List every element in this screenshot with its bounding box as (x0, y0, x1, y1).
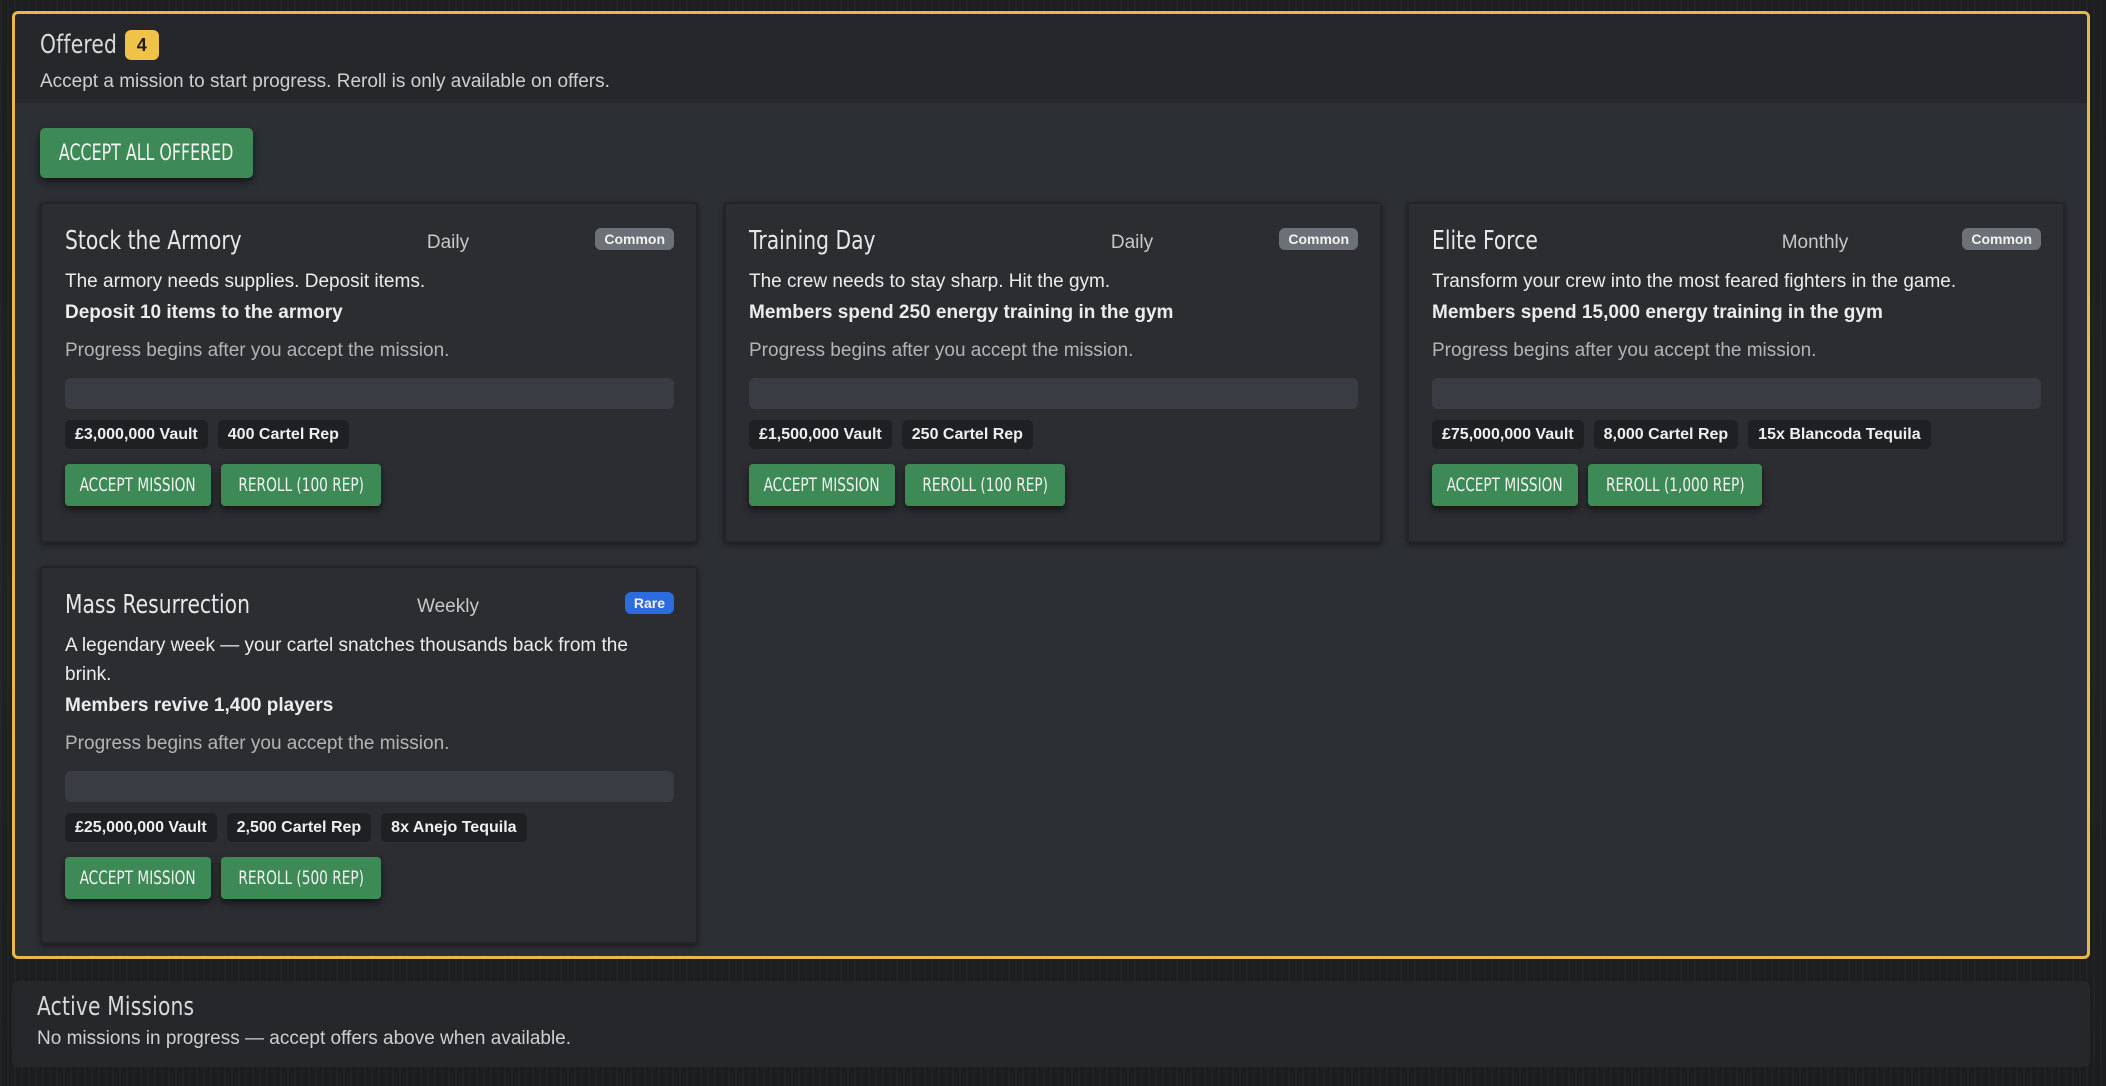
accept-all-offered-button[interactable]: ACCEPT ALL OFFERED (40, 128, 253, 178)
reward-chip: £25,000,000 Vault (65, 813, 217, 842)
mission-progress-note: Progress begins after you accept the mis… (749, 340, 1134, 361)
mission-rewards: £1,500,000 Vault 250 Cartel Rep (749, 420, 1358, 449)
mission-period: Weekly (417, 596, 479, 617)
mission-period: Daily (426, 232, 470, 253)
reward-chip: £1,500,000 Vault (749, 420, 892, 449)
reroll-label: REROLL (1,000 REP) (1605, 474, 1745, 496)
mission-actions: ACCEPT MISSION REROLL (100 REP) (65, 464, 674, 506)
reroll-label: REROLL (500 REP) (238, 867, 364, 889)
offered-subtitle: Accept a mission to start progress. Rero… (40, 71, 610, 92)
active-missions-empty-text: No missions in progress — accept offers … (37, 1028, 572, 1049)
mission-title: Elite Force (1432, 226, 1538, 256)
reward-chip: 2,500 Cartel Rep (226, 813, 372, 842)
offered-title: Offered (40, 30, 118, 60)
mission-card-header: Elite Force Monthly Common (1432, 226, 2041, 260)
mission-progress-bar (65, 771, 674, 802)
mission-goal: Members revive 1,400 players (65, 695, 334, 716)
mission-description: A legendary week — your cartel snatches … (65, 635, 628, 685)
reward-chip: 400 Cartel Rep (217, 420, 349, 449)
reward-chip: £75,000,000 Vault (1432, 420, 1584, 449)
mission-rewards: £75,000,000 Vault 8,000 Cartel Rep 15x B… (1432, 420, 2041, 449)
mission-period: Monthly (1781, 232, 1849, 253)
mission-title: Training Day (749, 226, 876, 256)
accept-all-label: ACCEPT ALL OFFERED (59, 140, 234, 166)
mission-actions: ACCEPT MISSION REROLL (500 REP) (65, 857, 674, 899)
accept-mission-button[interactable]: ACCEPT MISSION (65, 464, 211, 506)
mission-rewards: £25,000,000 Vault 2,500 Cartel Rep 8x An… (65, 813, 674, 842)
reroll-label: REROLL (100 REP) (922, 474, 1048, 496)
mission-progress-bar (65, 378, 674, 409)
accept-mission-label: ACCEPT MISSION (79, 474, 197, 496)
mission-title: Mass Resurrection (65, 590, 250, 620)
offered-header: Offered 4 Accept a mission to start prog… (15, 14, 2087, 103)
mission-card-header: Stock the Armory Daily Common (65, 226, 674, 260)
mission-goal: Members spend 250 energy training in the… (749, 302, 1174, 323)
mission-progress-note: Progress begins after you accept the mis… (1432, 340, 1817, 361)
reward-chip: 15x Blancoda Tequila (1748, 420, 1931, 449)
mission-card: Mass Resurrection Weekly Rare A legendar… (40, 566, 698, 944)
active-missions-title: Active Missions (37, 992, 195, 1022)
active-missions-panel: Active Missions No missions in progress … (12, 981, 2090, 1067)
reroll-button[interactable]: REROLL (100 REP) (905, 464, 1065, 506)
mission-period: Daily (1110, 232, 1154, 253)
accept-mission-label: ACCEPT MISSION (79, 867, 197, 889)
reward-chip: 8x Anejo Tequila (381, 813, 527, 842)
mission-card: Training Day Daily Common The crew needs… (724, 202, 1382, 543)
accept-mission-label: ACCEPT MISSION (1446, 474, 1564, 496)
mission-card: Stock the Armory Daily Common The armory… (40, 202, 698, 543)
mission-title: Stock the Armory (65, 226, 242, 256)
mission-progress-bar (749, 378, 1358, 409)
mission-progress-note: Progress begins after you accept the mis… (65, 340, 450, 361)
mission-progress-note: Progress begins after you accept the mis… (65, 733, 450, 754)
mission-goal: Members spend 15,000 energy training in … (1432, 302, 1883, 323)
reward-chip: £3,000,000 Vault (65, 420, 208, 449)
reroll-button[interactable]: REROLL (1,000 REP) (1588, 464, 1762, 506)
rarity-badge: Common (1279, 228, 1358, 250)
mission-actions: ACCEPT MISSION REROLL (1,000 REP) (1432, 464, 2041, 506)
rarity-badge: Rare (624, 592, 674, 614)
mission-description: Transform your crew into the most feared… (1432, 271, 1957, 292)
mission-description: The crew needs to stay sharp. Hit the gy… (749, 271, 1111, 292)
offered-panel: Offered 4 Accept a mission to start prog… (12, 11, 2090, 959)
offered-title-row: Offered 4 (40, 27, 2087, 63)
mission-goal: Deposit 10 items to the armory (65, 302, 343, 323)
rarity-badge: Common (1962, 228, 2041, 250)
mission-progress-bar (1432, 378, 2041, 409)
offered-count-badge: 4 (124, 30, 159, 60)
rarity-badge: Common (595, 228, 674, 250)
mission-card-header: Mass Resurrection Weekly Rare (65, 590, 674, 624)
accept-mission-label: ACCEPT MISSION (763, 474, 881, 496)
accept-mission-button[interactable]: ACCEPT MISSION (1432, 464, 1578, 506)
reroll-button[interactable]: REROLL (100 REP) (221, 464, 381, 506)
mission-actions: ACCEPT MISSION REROLL (100 REP) (749, 464, 1358, 506)
mission-description: The armory needs supplies. Deposit items… (65, 271, 426, 292)
reroll-button[interactable]: REROLL (500 REP) (221, 857, 381, 899)
mission-rewards: £3,000,000 Vault 400 Cartel Rep (65, 420, 674, 449)
reward-chip: 8,000 Cartel Rep (1593, 420, 1739, 449)
mission-card-header: Training Day Daily Common (749, 226, 1358, 260)
reroll-label: REROLL (100 REP) (238, 474, 364, 496)
accept-mission-button[interactable]: ACCEPT MISSION (65, 857, 211, 899)
reward-chip: 250 Cartel Rep (901, 420, 1033, 449)
accept-mission-button[interactable]: ACCEPT MISSION (749, 464, 895, 506)
mission-card: Elite Force Monthly Common Transform you… (1407, 202, 2065, 543)
